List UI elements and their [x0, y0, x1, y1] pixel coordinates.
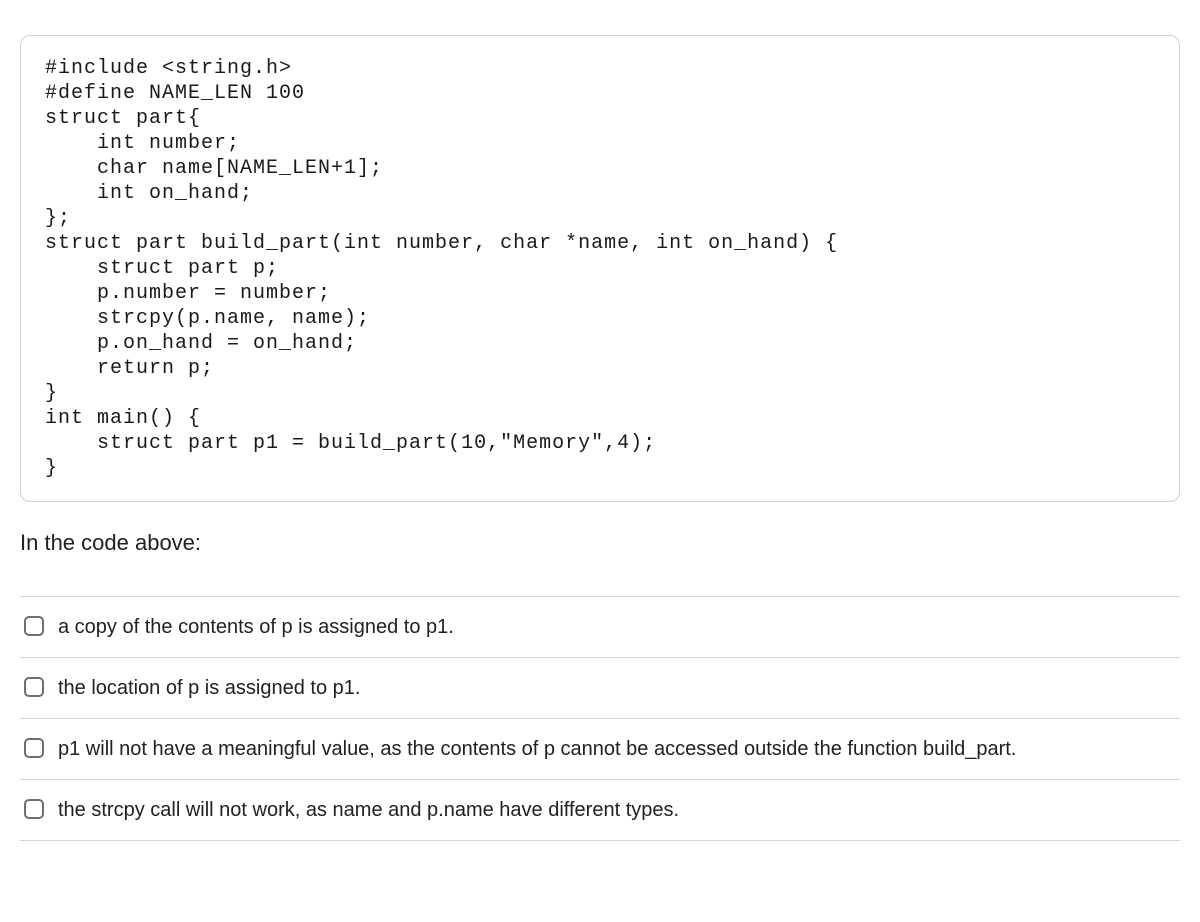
question-prompt: In the code above:	[20, 530, 1180, 556]
option-checkbox-4[interactable]	[24, 799, 44, 819]
code-block: #include <string.h> #define NAME_LEN 100…	[20, 35, 1180, 502]
option-label: the location of p is assigned to p1.	[58, 674, 1176, 702]
option-row: p1 will not have a meaningful value, as …	[20, 718, 1180, 779]
option-checkbox-2[interactable]	[24, 677, 44, 697]
option-row: a copy of the contents of p is assigned …	[20, 596, 1180, 657]
option-row: the location of p is assigned to p1.	[20, 657, 1180, 718]
option-label: a copy of the contents of p is assigned …	[58, 613, 1176, 641]
option-row: the strcpy call will not work, as name a…	[20, 779, 1180, 841]
option-checkbox-1[interactable]	[24, 616, 44, 636]
option-label: p1 will not have a meaningful value, as …	[58, 735, 1176, 763]
question-container: #include <string.h> #define NAME_LEN 100…	[0, 35, 1200, 841]
option-label: the strcpy call will not work, as name a…	[58, 796, 1176, 824]
options-list: a copy of the contents of p is assigned …	[20, 596, 1180, 841]
option-checkbox-3[interactable]	[24, 738, 44, 758]
